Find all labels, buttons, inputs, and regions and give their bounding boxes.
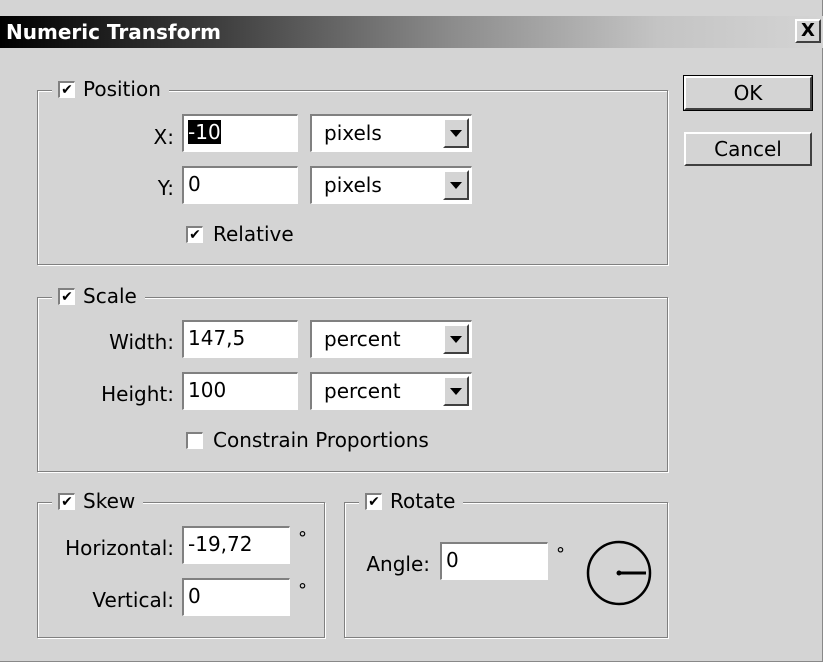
angle-field[interactable]: 0 xyxy=(440,542,548,580)
close-button[interactable]: X xyxy=(795,19,821,43)
skew-checkbox[interactable]: ✔ xyxy=(58,492,75,510)
constrain-label: Constrain Proportions xyxy=(213,428,429,452)
position-legend[interactable]: ✔ Position xyxy=(52,77,169,101)
rotate-checkbox[interactable]: ✔ xyxy=(365,492,382,510)
height-unit-value: percent xyxy=(324,379,401,403)
width-value: 147,5 xyxy=(188,326,246,350)
relative-option[interactable]: ✔ Relative xyxy=(186,222,294,246)
vertical-degree-symbol: ° xyxy=(298,580,307,601)
y-field[interactable]: 0 xyxy=(182,166,298,204)
constrain-checkbox[interactable] xyxy=(186,431,203,449)
angle-value: 0 xyxy=(446,548,459,572)
y-value: 0 xyxy=(188,172,201,196)
window-title: Numeric Transform xyxy=(6,20,222,44)
x-unit-value: pixels xyxy=(324,121,382,145)
position-checkbox[interactable]: ✔ xyxy=(58,80,75,98)
title-bar[interactable]: Numeric Transform X xyxy=(0,16,823,48)
vertical-value: 0 xyxy=(188,584,201,608)
skew-legend[interactable]: ✔ Skew xyxy=(52,489,144,513)
relative-label: Relative xyxy=(213,222,294,246)
vertical-field[interactable]: 0 xyxy=(182,578,290,616)
chevron-down-icon[interactable] xyxy=(443,376,469,406)
scale-checkbox[interactable]: ✔ xyxy=(58,287,75,305)
y-unit-select[interactable]: pixels xyxy=(310,166,472,204)
horizontal-degree-symbol: ° xyxy=(298,528,307,549)
height-unit-select[interactable]: percent xyxy=(310,372,472,410)
x-unit-select[interactable]: pixels xyxy=(310,114,472,152)
width-unit-select[interactable]: percent xyxy=(310,320,472,358)
skew-group: ✔ Skew xyxy=(37,489,325,638)
vertical-label: Vertical: xyxy=(92,588,174,612)
width-field[interactable]: 147,5 xyxy=(182,320,298,358)
y-label: Y: xyxy=(157,176,174,200)
angle-dial-icon[interactable] xyxy=(584,538,654,608)
angle-label: Angle: xyxy=(366,552,430,576)
cancel-button[interactable]: Cancel xyxy=(684,132,812,166)
horizontal-field[interactable]: -19,72 xyxy=(182,526,290,564)
x-value: -10 xyxy=(188,120,221,144)
x-field[interactable]: -10 xyxy=(182,114,298,152)
scale-legend[interactable]: ✔ Scale xyxy=(52,284,145,308)
rotate-legend[interactable]: ✔ Rotate xyxy=(359,489,464,513)
constrain-option[interactable]: Constrain Proportions xyxy=(186,428,429,452)
close-icon: X xyxy=(801,20,815,41)
width-unit-value: percent xyxy=(324,327,401,351)
rotate-label: Rotate xyxy=(390,489,456,513)
height-value: 100 xyxy=(188,378,227,402)
angle-degree-symbol: ° xyxy=(556,544,565,565)
width-label: Width: xyxy=(109,330,174,354)
numeric-transform-dialog: Numeric Transform X ✔ Position X: -10 pi… xyxy=(0,0,823,662)
position-label: Position xyxy=(83,77,161,101)
scale-label: Scale xyxy=(83,284,137,308)
height-field[interactable]: 100 xyxy=(182,372,298,410)
horizontal-label: Horizontal: xyxy=(65,536,174,560)
y-unit-value: pixels xyxy=(324,173,382,197)
x-label: X: xyxy=(153,125,174,149)
chevron-down-icon[interactable] xyxy=(443,170,469,200)
skew-label: Skew xyxy=(83,489,136,513)
chevron-down-icon[interactable] xyxy=(443,118,469,148)
ok-button[interactable]: OK xyxy=(683,75,813,111)
height-label: Height: xyxy=(101,382,174,406)
horizontal-value: -19,72 xyxy=(188,532,253,556)
chevron-down-icon[interactable] xyxy=(443,324,469,354)
relative-checkbox[interactable]: ✔ xyxy=(186,225,203,243)
